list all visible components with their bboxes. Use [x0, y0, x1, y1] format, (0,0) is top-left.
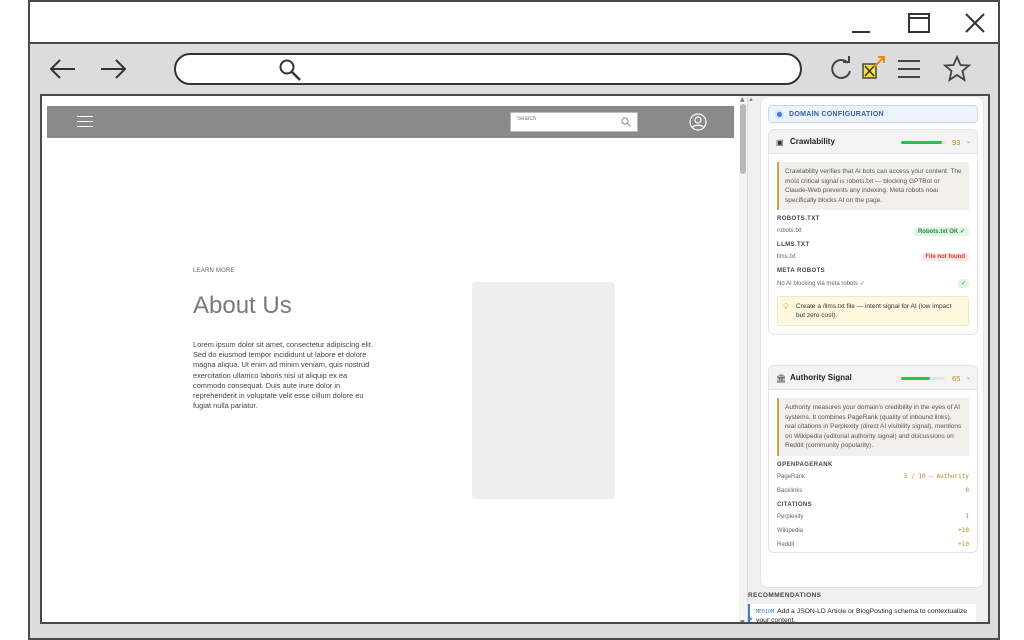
- crawlability-title: Crawlability: [790, 137, 835, 146]
- reddit-row: Reddit +10: [777, 538, 969, 552]
- recommendation-item[interactable]: MEDIUM Add a JSON-LD Article or BlogPosti…: [748, 604, 976, 624]
- address-input[interactable]: [316, 59, 756, 79]
- lightbulb-icon: 💡︎: [783, 302, 789, 312]
- llms-tip: 💡︎ Create a /llms.txt file — intent sign…: [777, 296, 969, 327]
- crawlability-explanation: Crawlability verifies that AI bots can a…: [777, 162, 969, 211]
- robot-icon: ▣: [776, 138, 784, 147]
- scroll-down-icon[interactable]: ▼: [740, 619, 745, 622]
- perplexity-row: Perplexity 1: [777, 510, 969, 524]
- robots-key: robots.txt: [777, 228, 802, 235]
- authority-header[interactable]: 🏛︎ Authority Signal 65 ⌄: [769, 366, 977, 390]
- pagerank-value: 5 / 10 — Authority: [903, 472, 969, 480]
- severity-badge: MEDIUM: [756, 609, 775, 615]
- authority-card: 🏛︎ Authority Signal 65 ⌄ Authority measu…: [768, 365, 978, 553]
- authority-title: Authority Signal: [790, 373, 852, 382]
- hamburger-menu-icon[interactable]: [77, 116, 93, 128]
- page-title: About Us: [193, 292, 292, 319]
- meta-robots-row: No AI blocking via meta robots ✓ ✓: [777, 276, 969, 290]
- panel-scroll-down-icon[interactable]: ▼: [748, 617, 754, 622]
- perplexity-value: 1: [965, 512, 969, 520]
- page-viewport: LEARN MORE About Us Lorem ipsum dolor si…: [40, 94, 990, 624]
- llms-key: llms.txt: [777, 254, 796, 261]
- search-icon: [279, 59, 301, 81]
- title-bar: [30, 2, 998, 44]
- robots-row: robots.txt Robots.txt OK ✓: [777, 224, 969, 238]
- site-header: [47, 106, 734, 138]
- close-icon[interactable]: [962, 10, 988, 36]
- wikipedia-key: Wikipedia: [777, 527, 804, 534]
- forward-arrow-icon[interactable]: [98, 56, 128, 82]
- scroll-up-icon[interactable]: ▲: [740, 96, 745, 103]
- menu-icon[interactable]: [894, 54, 924, 84]
- reddit-key: Reddit: [777, 541, 795, 548]
- wikipedia-value: +10: [958, 526, 969, 534]
- site-search-input[interactable]: [517, 116, 617, 122]
- reddit-value: +10: [958, 540, 969, 548]
- llms-row: llms.txt File not found: [777, 250, 969, 264]
- llms-status-badge: File not found: [921, 253, 969, 262]
- robots-status-badge: Robots.txt OK ✓: [913, 227, 969, 237]
- bookmark-star-icon[interactable]: [942, 54, 972, 84]
- pagerank-row: PageRank 5 / 10 — Authority: [777, 470, 969, 484]
- reload-icon[interactable]: [826, 54, 856, 84]
- authority-score-fill: [901, 377, 930, 380]
- minimize-icon[interactable]: [848, 10, 874, 36]
- maximize-icon[interactable]: [906, 10, 932, 36]
- chevron-down-icon[interactable]: ⌄: [966, 138, 971, 145]
- site-search-box[interactable]: [510, 112, 638, 132]
- authority-score-bar: [901, 377, 945, 380]
- crawlability-score-bar: [901, 141, 945, 144]
- meta-robots-key: No AI blocking via meta robots ✓: [777, 281, 865, 288]
- recommendations-label: RECOMMENDATIONS: [748, 592, 822, 599]
- extension-panel: ▲ DOMAIN CONFIGURATION ▣ Crawlability 93…: [747, 96, 988, 624]
- search-icon[interactable]: [621, 117, 631, 127]
- browser-toolbar: [30, 44, 998, 94]
- crawlability-header[interactable]: ▣ Crawlability 93 ⌄: [769, 130, 977, 154]
- llms-section-label: LLMS.TXT: [777, 242, 810, 249]
- meta-robots-check: ✓: [957, 279, 969, 289]
- meta-robots-section-label: META ROBOTS: [777, 268, 826, 275]
- domain-configuration-label: DOMAIN CONFIGURATION: [789, 111, 884, 118]
- chevron-down-icon[interactable]: ⌄: [966, 374, 971, 381]
- about-paragraph: Lorem ipsum dolor sit amet, consectetur …: [193, 340, 373, 411]
- scrollbar-thumb[interactable]: [740, 104, 746, 174]
- backlinks-key: Backlinks: [777, 487, 803, 494]
- globe-icon: [775, 110, 784, 119]
- back-arrow-icon[interactable]: [48, 56, 78, 82]
- recommendation-text: Add a JSON-LD Article or BlogPosting sch…: [756, 608, 968, 624]
- citations-section-label: CITATIONS: [777, 501, 813, 508]
- backlinks-row: Backlinks 0: [777, 484, 969, 498]
- learn-more-label: LEARN MORE: [193, 268, 235, 274]
- building-icon: 🏛︎: [776, 374, 787, 383]
- llms-tip-text: Create a /llms.txt file — intent signal …: [796, 303, 952, 320]
- panel-scroll-up-icon[interactable]: ▲: [748, 97, 754, 103]
- domain-configuration-chip[interactable]: DOMAIN CONFIGURATION: [768, 105, 978, 123]
- perplexity-key: Perplexity: [777, 513, 804, 520]
- page-scrollbar[interactable]: ▲ ▼: [739, 96, 747, 622]
- openpagerank-section-label: OPENPAGERANK: [777, 461, 833, 468]
- authority-explanation: Authority measures your domain's credibi…: [777, 398, 969, 456]
- backlinks-value: 0: [965, 486, 969, 494]
- wikipedia-row: Wikipedia +10: [777, 524, 969, 538]
- pagerank-key: PageRank: [777, 473, 806, 480]
- panel-card-container: DOMAIN CONFIGURATION ▣ Crawlability 93 ⌄…: [760, 96, 984, 588]
- robots-section-label: ROBOTS.TXT: [777, 216, 820, 223]
- browser-window: LEARN MORE About Us Lorem ipsum dolor si…: [28, 0, 1000, 640]
- extension-icon[interactable]: [858, 54, 888, 84]
- crawlability-score: 93: [952, 138, 961, 147]
- authority-score: 65: [952, 374, 961, 383]
- address-bar[interactable]: [174, 53, 802, 85]
- image-placeholder: [472, 282, 615, 499]
- crawlability-card: ▣ Crawlability 93 ⌄ Crawlability verifie…: [768, 129, 978, 336]
- crawlability-score-fill: [901, 141, 942, 144]
- user-avatar-icon[interactable]: [689, 113, 707, 131]
